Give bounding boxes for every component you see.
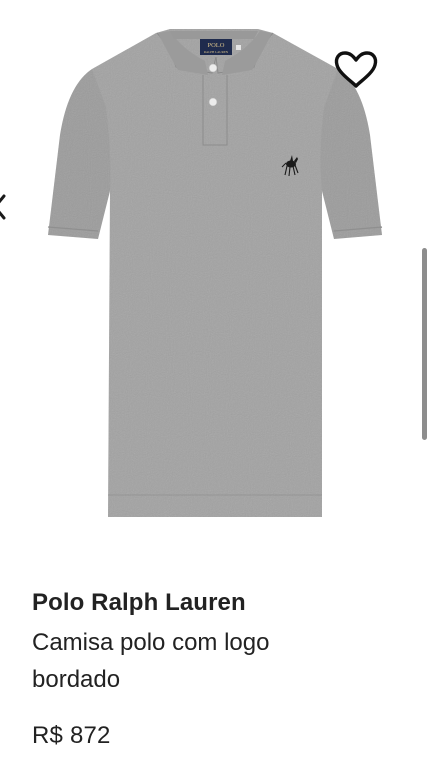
product-card[interactable]: POLO RALPH LAUREN Polo Ralph Lauren Cami… [0, 0, 433, 759]
heart-icon [334, 51, 378, 88]
product-image-area[interactable]: POLO RALPH LAUREN [0, 0, 433, 560]
polo-shirt-image: POLO RALPH LAUREN [47, 29, 383, 517]
product-description[interactable]: Camisa polo com logo bordado [32, 624, 362, 698]
product-price: R$ 872 [32, 722, 111, 749]
scrollbar-thumb[interactable] [422, 248, 427, 440]
svg-text:RALPH LAUREN: RALPH LAUREN [204, 50, 229, 54]
product-brand[interactable]: Polo Ralph Lauren [32, 589, 246, 617]
wishlist-button[interactable] [333, 50, 381, 92]
svg-text:POLO: POLO [208, 42, 225, 49]
carousel-previous-button[interactable] [0, 192, 6, 222]
chevron-left-icon [0, 194, 6, 220]
